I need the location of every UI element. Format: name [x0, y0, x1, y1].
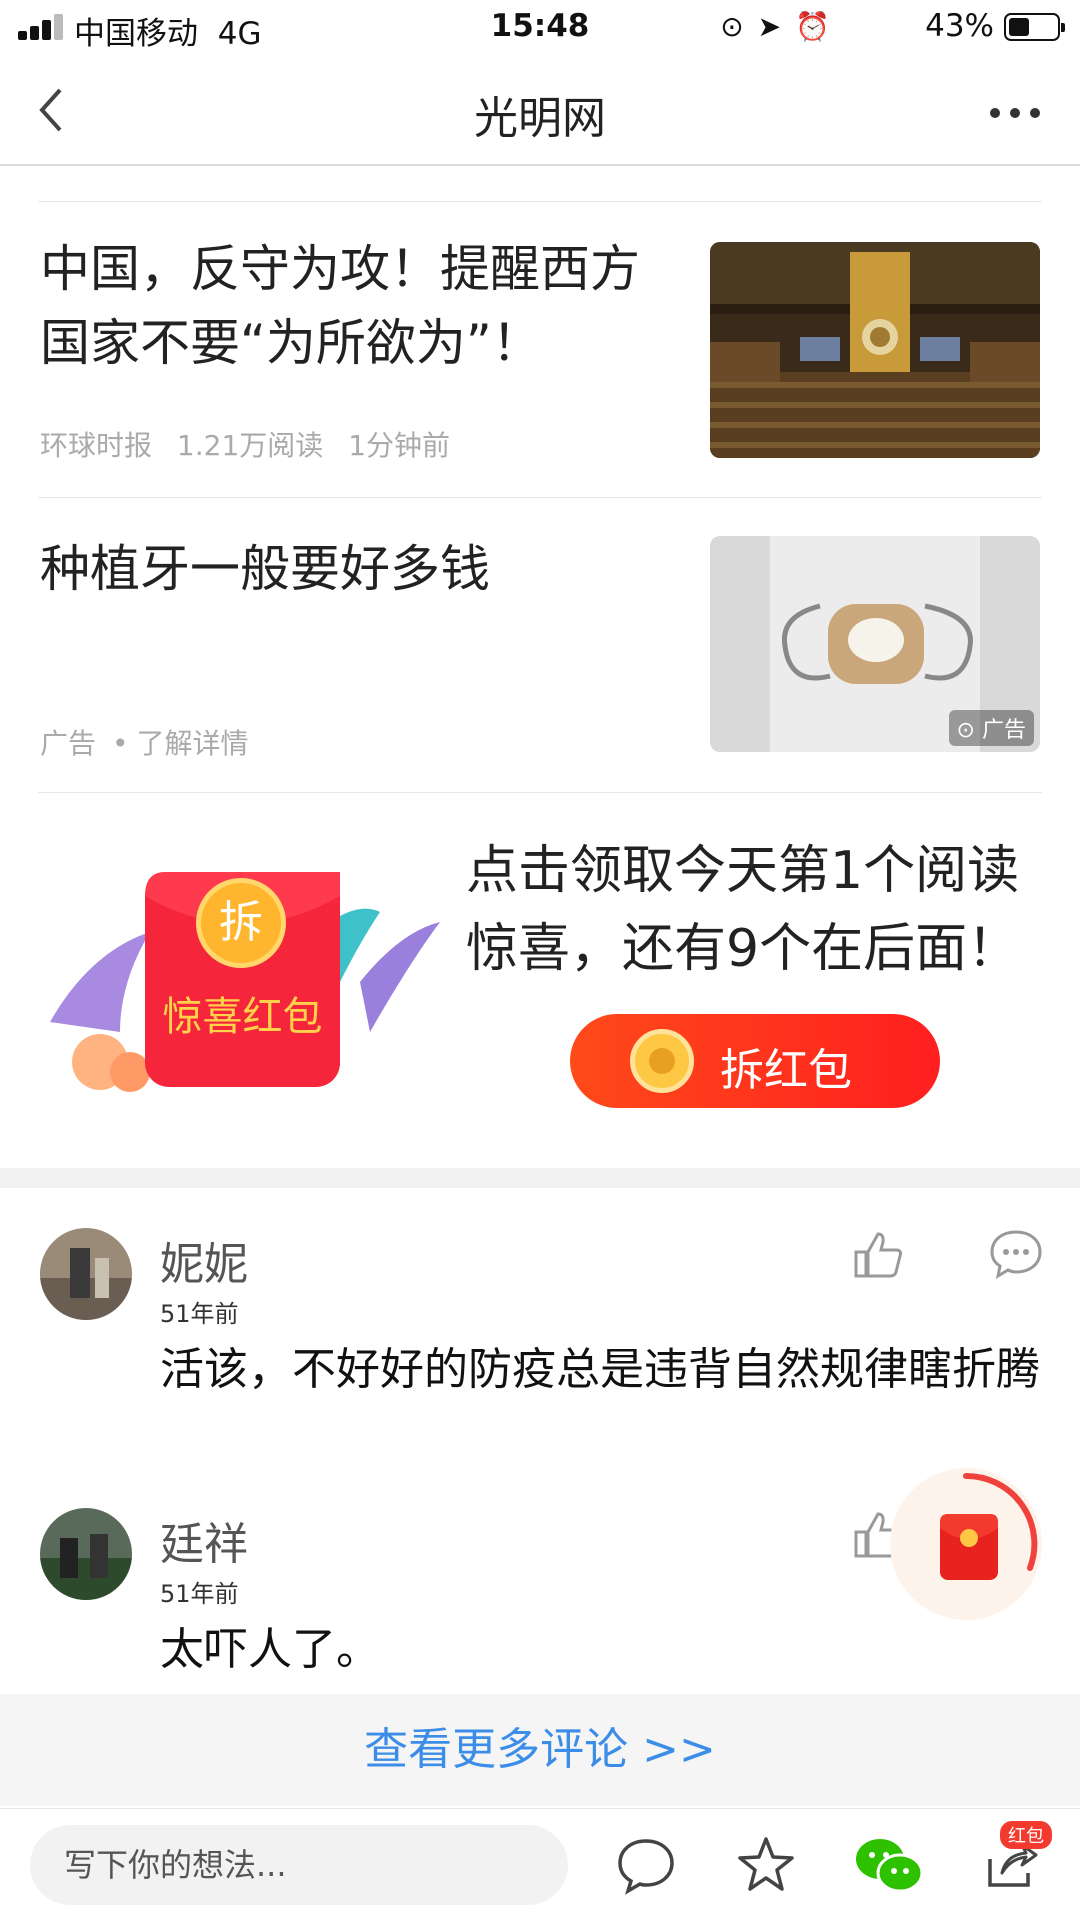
packet-open-icon: 拆 [196, 878, 286, 968]
news-meta: 环球时报 1.21万阅读 1分钟前 [40, 424, 466, 464]
wechat-icon [856, 1839, 924, 1893]
favorite-button[interactable] [734, 1833, 798, 1897]
ad-title[interactable]: 种植牙一般要好多钱 [40, 532, 650, 606]
battery-icon [1004, 13, 1065, 41]
coin-icon [630, 1029, 694, 1093]
avatar[interactable] [40, 1508, 132, 1600]
floating-red-packet-button[interactable] [890, 1468, 1042, 1620]
comment-text: 太吓人了。 [160, 1624, 380, 1675]
ad-item[interactable]: 种植牙一般要好多钱 广告 • 了解详情 ⊙ 广告 [0, 498, 1080, 790]
open-red-packet-button[interactable]: 拆红包 [570, 1014, 940, 1108]
status-bar: 中国移动 4G 15:48 ⊙ ➤ ⏰ 43% [0, 0, 1080, 56]
reply-icon [990, 1230, 1042, 1280]
news-time: 1分钟前 [348, 429, 451, 462]
like-icon [854, 1232, 902, 1278]
ad-badge: ⊙ 广告 [948, 710, 1034, 746]
promo-text: 点击领取今天第1个阅读惊喜，还有9个在后面！ [466, 841, 1020, 979]
ad-label: 广告 [40, 727, 97, 760]
comment-icon [618, 1839, 674, 1895]
news-item[interactable]: 中国，反守为攻！提醒西方国家不要“为所欲为”！ 环球时报 1.21万阅读 1分钟… [0, 202, 1080, 494]
navigation-bar: 光明网 [0, 58, 1080, 166]
page-title: 光明网 [474, 93, 606, 144]
comment-item: 妮妮 51年前 活该，不好好的防疫总是违背自然规律瞎折腾 [0, 1200, 1080, 1460]
assembly-hall-image [710, 242, 1040, 458]
comment-time: 51年前 [160, 1580, 239, 1608]
location-icon: ➤ [757, 10, 782, 43]
ad-meta: 广告 • 了解详情 [40, 727, 249, 760]
rotation-lock-icon: ⊙ [720, 10, 744, 43]
ad-detail-link[interactable]: 了解详情 [137, 727, 249, 760]
ad-thumbnail[interactable]: ⊙ 广告 [710, 536, 1040, 752]
star-icon [738, 1837, 794, 1891]
red-packet-promo[interactable]: 拆 惊喜红包 点击领取今天第1个阅读惊喜，还有9个在后面！ 拆红包 [0, 792, 1080, 1162]
more-button[interactable] [990, 86, 1050, 136]
comment-button[interactable] [614, 1833, 678, 1897]
section-gap [0, 1168, 1080, 1188]
comment-author[interactable]: 妮妮 [160, 1228, 248, 1292]
like-button[interactable] [850, 1226, 906, 1282]
battery-percent: 43% [925, 8, 994, 44]
bottom-action-bar: 写下你的想法... 红包 [0, 1808, 1080, 1920]
news-thumbnail[interactable] [710, 242, 1040, 458]
comment-time: 51年前 [160, 1300, 239, 1328]
comment-input[interactable]: 写下你的想法... [30, 1825, 568, 1905]
avatar[interactable] [40, 1228, 132, 1320]
status-time: 15:48 [490, 8, 590, 44]
news-title[interactable]: 中国，反守为攻！提醒西方国家不要“为所欲为”！ [40, 232, 650, 380]
news-reads: 1.21万阅读 [176, 429, 324, 462]
comment-text: 活该，不好好的防疫总是违背自然规律瞎折腾 [160, 1344, 1040, 1395]
alarm-icon: ⏰ [795, 10, 830, 43]
article-page: 中国移动 4G 15:48 ⊙ ➤ ⏰ 43% 光明网 中国，反守为攻！提醒西方… [0, 0, 1080, 1920]
red-packet-icon [940, 1472, 1038, 1580]
view-more-comments-link[interactable]: 查看更多评论 >> [0, 1694, 1080, 1806]
share-badge: 红包 [1000, 1821, 1052, 1849]
packet-label: 惊喜红包 [162, 994, 323, 1040]
comment-author[interactable]: 廷祥 [160, 1508, 248, 1572]
wechat-share-button[interactable] [852, 1833, 924, 1897]
reply-button[interactable] [988, 1226, 1044, 1282]
news-source: 环球时报 [40, 429, 153, 462]
